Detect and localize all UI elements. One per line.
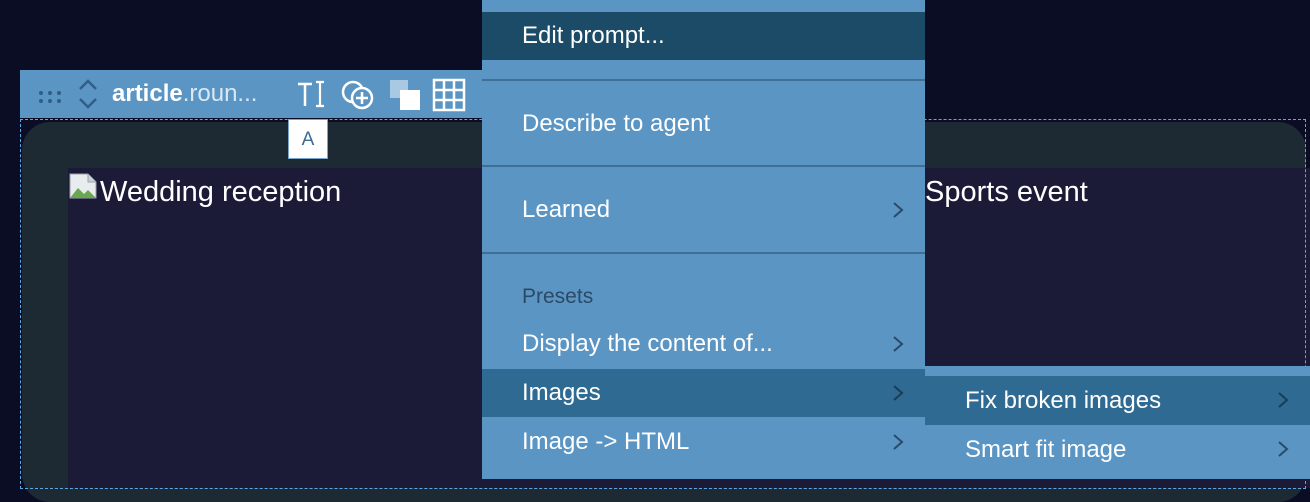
chevron-right-icon bbox=[1278, 392, 1289, 408]
chevron-right-icon bbox=[893, 434, 904, 450]
menu-item-label: Images bbox=[522, 379, 601, 406]
context-menu: Edit prompt... Describe to agent Learned… bbox=[482, 0, 925, 479]
tooltip: A bbox=[288, 119, 328, 159]
element-selector-label: article.roun... bbox=[112, 80, 258, 107]
chevron-right-icon bbox=[1278, 441, 1289, 457]
menu-item-label: Smart fit image bbox=[965, 436, 1127, 463]
menu-separator bbox=[482, 79, 925, 81]
card-title-wedding: Wedding reception bbox=[100, 176, 342, 208]
card-title-sports: Sports event bbox=[925, 176, 1088, 208]
broken-image-icon bbox=[69, 173, 97, 199]
menu-separator bbox=[482, 165, 925, 167]
menu-item-display-content[interactable]: Display the content of... bbox=[482, 320, 925, 368]
menu-item-edit-prompt[interactable]: Edit prompt... bbox=[482, 12, 925, 60]
submenu-item-fix-broken-images[interactable]: Fix broken images bbox=[925, 376, 1310, 425]
menu-item-images[interactable]: Images bbox=[482, 369, 925, 417]
drag-handle-icon[interactable] bbox=[38, 90, 64, 104]
chevron-right-icon bbox=[893, 202, 904, 218]
menu-item-label: Learned bbox=[522, 196, 611, 223]
element-toolbar: article.roun... bbox=[20, 70, 490, 118]
presets-heading: Presets bbox=[522, 285, 594, 308]
menu-item-label: Image -> HTML bbox=[522, 428, 690, 455]
select-parent-child-icon[interactable] bbox=[76, 76, 100, 112]
chevron-right-icon bbox=[893, 336, 904, 352]
menu-item-label: Fix broken images bbox=[965, 387, 1162, 414]
grid-icon[interactable] bbox=[432, 78, 466, 112]
layers-icon[interactable] bbox=[388, 78, 424, 112]
menu-item-label: Describe to agent bbox=[522, 110, 711, 137]
menu-item-label: Edit prompt... bbox=[522, 22, 665, 49]
menu-separator bbox=[482, 252, 925, 254]
menu-item-learned[interactable]: Learned bbox=[482, 186, 925, 234]
chevron-right-icon bbox=[893, 385, 904, 401]
submenu-item-smart-fit-image[interactable]: Smart fit image bbox=[925, 425, 1310, 474]
menu-item-describe-to-agent[interactable]: Describe to agent bbox=[482, 100, 925, 148]
menu-item-label: Display the content of... bbox=[522, 330, 773, 357]
add-component-icon[interactable] bbox=[340, 78, 376, 112]
menu-item-image-to-html[interactable]: Image -> HTML bbox=[482, 418, 925, 466]
images-submenu: Fix broken images Smart fit image bbox=[925, 366, 1310, 479]
text-edit-icon[interactable] bbox=[296, 78, 326, 110]
